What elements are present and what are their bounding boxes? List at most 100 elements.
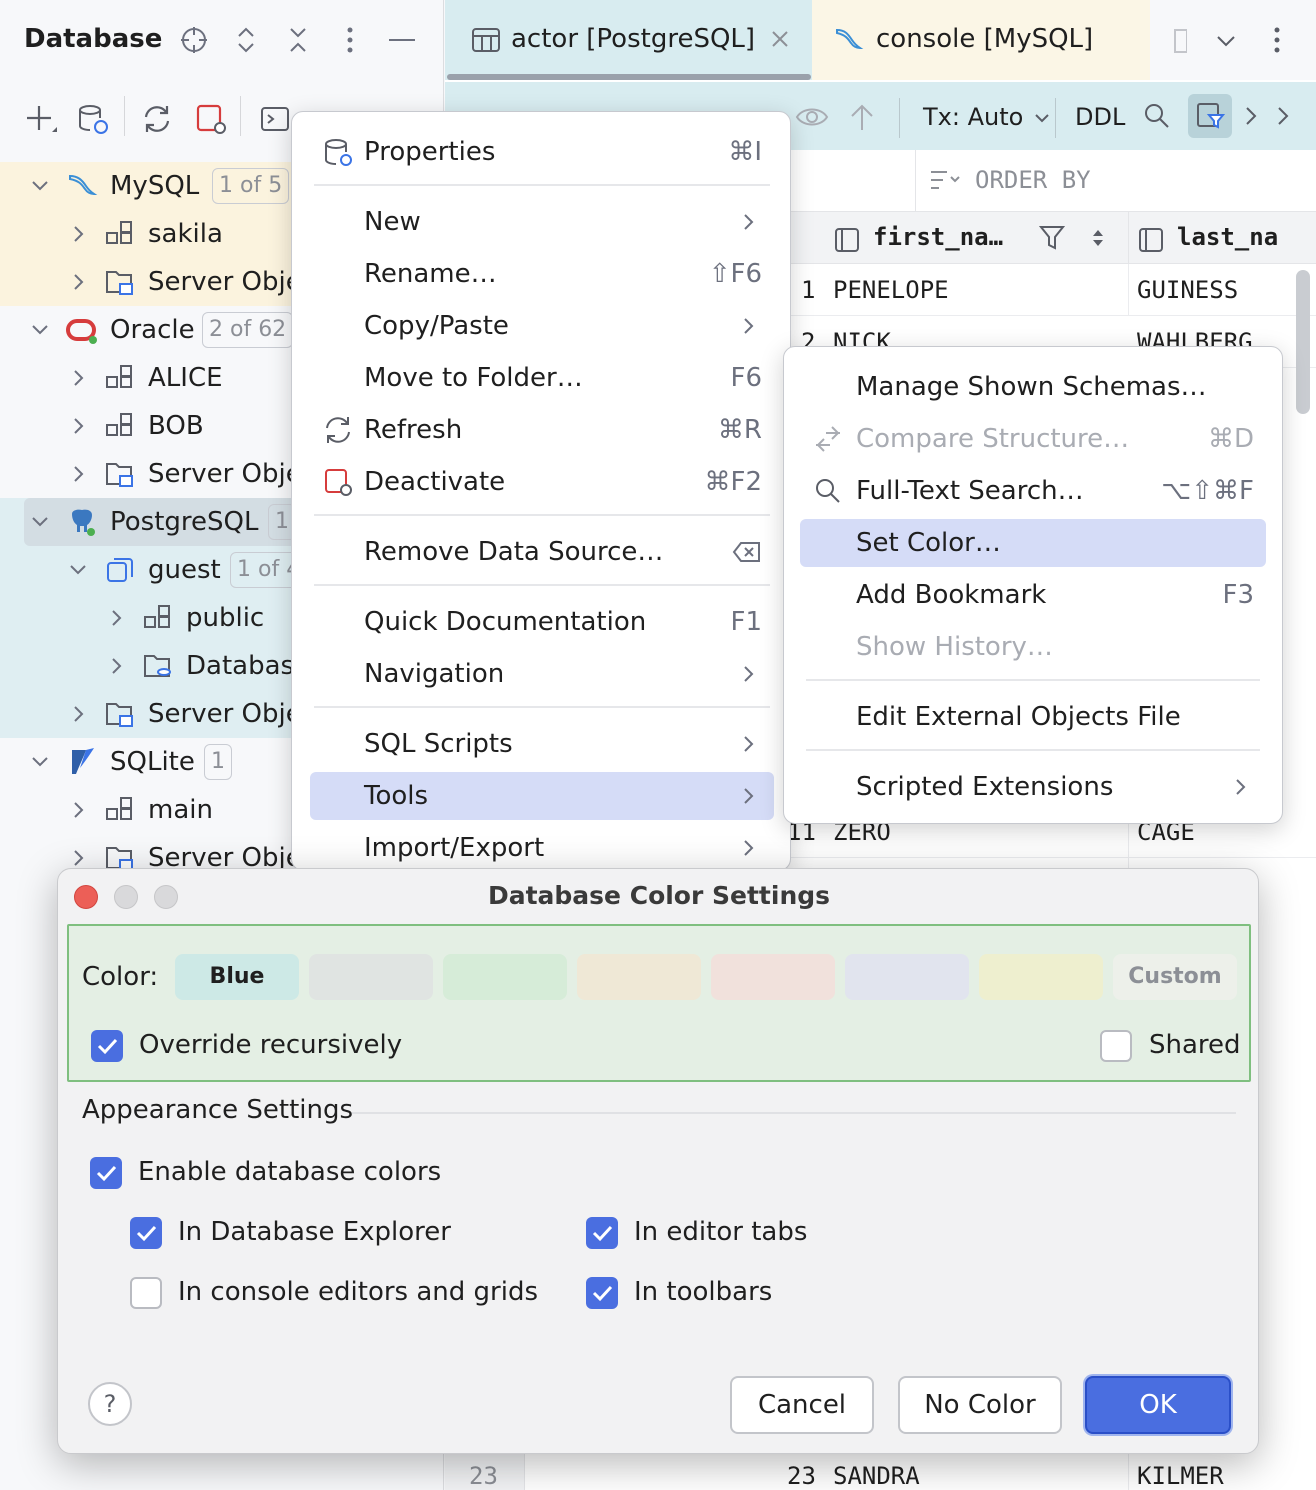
chevron-right-icon[interactable] — [66, 702, 90, 726]
tab-actor[interactable]: actor [PostgreSQL] — [445, 0, 812, 80]
color-swatch[interactable] — [443, 954, 567, 1000]
menu-item-new[interactable]: New — [310, 198, 774, 246]
color-swatch[interactable] — [577, 954, 701, 1000]
chevron-right-icon[interactable] — [66, 414, 90, 438]
shared-label: Shared — [1149, 1030, 1241, 1060]
menu-item-remove-data-source[interactable]: Remove Data Source… — [310, 528, 774, 576]
in-database-explorer-checkbox[interactable] — [130, 1217, 162, 1249]
cancel-button[interactable]: Cancel — [730, 1376, 874, 1434]
close-icon[interactable] — [769, 28, 791, 50]
chevron-right-icon[interactable] — [66, 222, 90, 246]
chevron-right-icon[interactable] — [104, 606, 128, 630]
chevron-right-icon — [736, 210, 760, 234]
chevron-right-icon[interactable] — [66, 270, 90, 294]
more-options-icon[interactable] — [1273, 26, 1281, 54]
search-icon[interactable] — [1143, 102, 1171, 130]
refresh-icon[interactable] — [138, 100, 176, 138]
minimize-icon[interactable] — [384, 22, 420, 58]
menu-item-label: Copy/Paste — [364, 311, 509, 341]
chevron-down-icon[interactable] — [28, 510, 52, 534]
add-icon[interactable] — [22, 100, 60, 138]
search-icon — [812, 475, 844, 507]
menu-item-label: Add Bookmark — [856, 580, 1046, 610]
override-recursively-checkbox[interactable] — [91, 1030, 123, 1062]
enable-database-colors-checkbox[interactable] — [90, 1157, 122, 1189]
menu-item-import-export[interactable]: Import/Export — [310, 824, 774, 871]
menu-item-sql-scripts[interactable]: SQL Scripts — [310, 720, 774, 768]
submit-arrow-up-icon[interactable] — [849, 102, 875, 132]
menu-item-set-color[interactable]: Set Color… — [800, 519, 1266, 567]
deactivate-icon[interactable] — [192, 100, 230, 138]
menu-item-rename[interactable]: Rename… ⇧F6 — [310, 250, 774, 298]
data-source-properties-icon[interactable] — [74, 100, 112, 138]
chevron-down-icon[interactable] — [28, 174, 52, 198]
menu-item-show-history[interactable]: Show History… — [800, 623, 1266, 671]
ddl-button[interactable]: DDL — [1075, 103, 1125, 131]
tab-console[interactable]: console [MySQL] — [812, 0, 1150, 80]
cell-first-name[interactable]: PENELOPE — [833, 276, 949, 304]
table-row[interactable]: 23 SANDRA KILMER — [445, 1450, 1316, 1490]
chevron-right-icon[interactable] — [66, 798, 90, 822]
locate-icon[interactable] — [176, 22, 212, 58]
menu-item-compare-structure[interactable]: Compare Structure… ⌘D — [800, 415, 1266, 463]
cell-last-name[interactable]: KILMER — [1137, 1462, 1224, 1490]
chevron-down-icon[interactable] — [66, 558, 90, 582]
chevron-down-icon[interactable] — [28, 750, 52, 774]
menu-item-copy-paste[interactable]: Copy/Paste — [310, 302, 774, 350]
menu-item-add-bookmark[interactable]: Add Bookmark F3 — [800, 571, 1266, 619]
menu-item-navigation[interactable]: Navigation — [310, 650, 774, 698]
chevron-right-icon[interactable] — [66, 462, 90, 486]
sort-icon[interactable] — [1089, 226, 1107, 250]
menu-item-properties[interactable]: Properties ⌘I — [310, 128, 774, 176]
in-console-editors-checkbox[interactable] — [130, 1277, 162, 1309]
shared-checkbox[interactable] — [1100, 1030, 1132, 1062]
expand-all-icon[interactable] — [228, 22, 264, 58]
filter-icon[interactable] — [1039, 224, 1065, 252]
color-swatch[interactable] — [845, 954, 969, 1000]
chevron-right-icon[interactable] — [66, 846, 90, 870]
color-swatch[interactable] — [979, 954, 1103, 1000]
tx-mode-dropdown[interactable]: Tx: Auto — [923, 102, 1052, 132]
ok-button[interactable]: OK — [1085, 1376, 1231, 1434]
menu-item-scripted-extensions[interactable]: Scripted Extensions — [800, 763, 1266, 811]
color-swatch-blue[interactable]: Blue — [175, 954, 299, 1000]
chevron-right-icon[interactable] — [104, 654, 128, 678]
menu-item-tools[interactable]: Tools — [310, 772, 774, 820]
filter-toggle-icon[interactable] — [1188, 94, 1232, 138]
menu-item-label: Manage Shown Schemas… — [856, 372, 1207, 402]
in-toolbars-checkbox[interactable] — [586, 1277, 618, 1309]
menu-item-refresh[interactable]: Refresh ⌘R — [310, 406, 774, 454]
menu-item-full-text-search[interactable]: Full-Text Search… ⌥⇧⌘F — [800, 467, 1266, 515]
cell-last-name[interactable]: GUINESS — [1137, 276, 1238, 304]
column-header-first-name[interactable]: first_na… — [873, 223, 1003, 251]
chevron-down-icon[interactable] — [28, 318, 52, 342]
no-color-button[interactable]: No Color — [898, 1376, 1062, 1434]
column-header-last-name[interactable]: last_na — [1177, 223, 1278, 251]
color-swatch[interactable] — [711, 954, 835, 1000]
console-icon[interactable] — [256, 100, 294, 138]
tab-list-chevron-down-icon[interactable] — [1213, 28, 1239, 54]
cell-first-name[interactable]: SANDRA — [833, 1462, 920, 1490]
chevron-right-icon[interactable] — [1241, 104, 1261, 128]
chevron-right-icon[interactable] — [1273, 104, 1293, 128]
tree-item-label: Server Obje — [148, 267, 302, 297]
menu-item-edit-external-objects-file[interactable]: Edit External Objects File — [800, 693, 1266, 741]
order-by-input[interactable]: ORDER BY — [975, 166, 1091, 194]
more-options-icon[interactable] — [332, 22, 368, 58]
menu-item-label: Import/Export — [364, 833, 544, 863]
menu-item-manage-shown-schemas[interactable]: Manage Shown Schemas… — [800, 363, 1266, 411]
menu-separator — [314, 184, 770, 186]
menu-item-quick-documentation[interactable]: Quick Documentation F1 — [310, 598, 774, 646]
column-icon — [1137, 226, 1167, 254]
chevron-right-icon[interactable] — [66, 366, 90, 390]
collapse-all-icon[interactable] — [280, 22, 316, 58]
menu-item-move-to-folder[interactable]: Move to Folder… F6 — [310, 354, 774, 402]
menu-item-deactivate[interactable]: Deactivate ⌘F2 — [310, 458, 774, 506]
in-editor-tabs-checkbox[interactable] — [586, 1217, 618, 1249]
vertical-scrollbar[interactable] — [1296, 270, 1310, 414]
color-swatch-custom[interactable]: Custom — [1113, 954, 1237, 1000]
color-swatch[interactable] — [309, 954, 433, 1000]
menu-item-label: Remove Data Source… — [364, 537, 663, 567]
help-button[interactable]: ? — [88, 1382, 132, 1426]
view-icon[interactable] — [795, 104, 829, 130]
